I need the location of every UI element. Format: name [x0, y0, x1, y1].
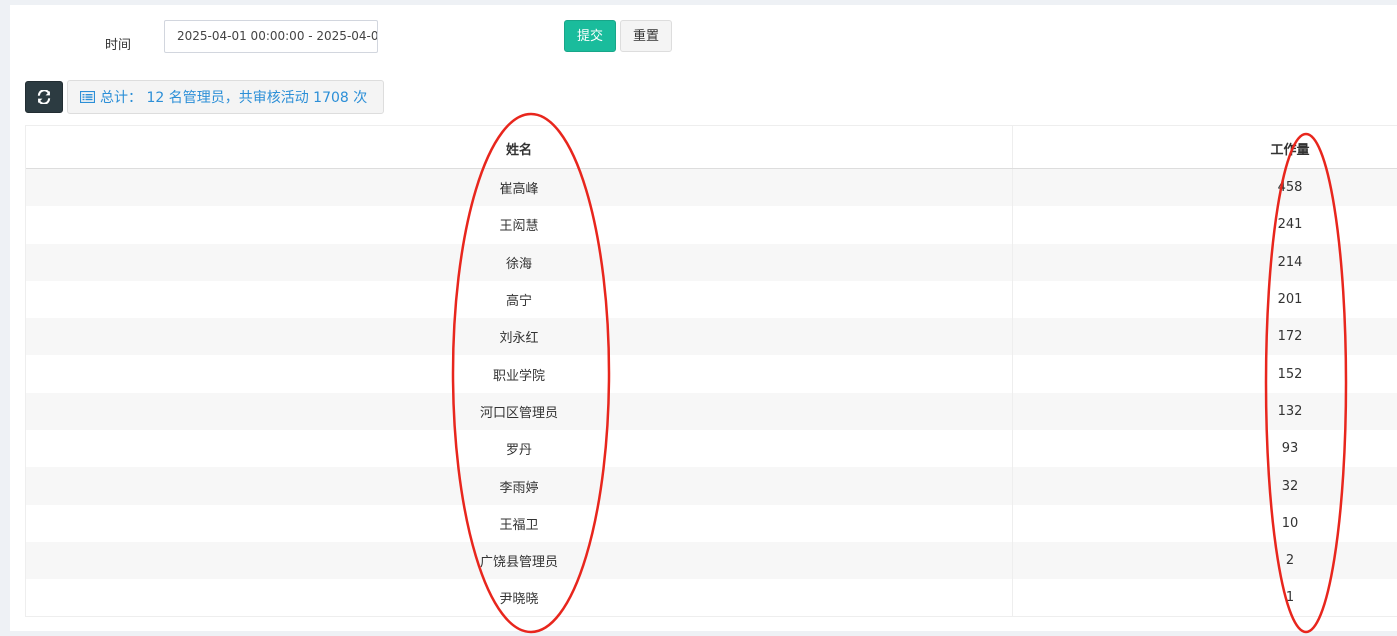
reset-button[interactable]: 重置	[620, 20, 672, 52]
table-row: 罗丹 93	[26, 430, 1397, 468]
table-body: 崔高峰 458 王闳慧 241 徐海 214 高宁 201 刘永红 172 职业学院 152 河口区管理…	[26, 169, 1397, 617]
cell-name: 高宁	[26, 280, 1013, 319]
table-row: 崔高峰 458	[26, 169, 1397, 207]
list-icon	[80, 91, 95, 103]
cell-name: 王闳慧	[26, 206, 1013, 244]
cell-name: 广饶县管理员	[26, 541, 1013, 580]
header-name[interactable]: 姓名	[26, 126, 1013, 168]
cell-name: 王福卫	[26, 504, 1013, 542]
cell-name: 职业学院	[26, 355, 1013, 393]
cell-workload: 201	[1277, 292, 1303, 308]
table-row: 王闳慧 241	[26, 206, 1397, 244]
cell-workload: 32	[1281, 478, 1299, 494]
cell-name: 尹晓晓	[26, 579, 1013, 616]
cell-name: 河口区管理员	[26, 392, 1013, 431]
cell-workload: 152	[1277, 366, 1303, 382]
cell-name: 刘永红	[26, 318, 1013, 356]
header-workload[interactable]: 工作量	[1013, 126, 1397, 168]
cell-workload: 1	[1285, 589, 1295, 605]
time-range-input[interactable]: 2025-04-01 00:00:00 - 2025-04-0	[164, 20, 378, 53]
table-row: 李雨婷 32	[26, 467, 1397, 505]
cell-workload: 214	[1277, 254, 1303, 270]
table-row: 广饶县管理员 2	[26, 541, 1397, 580]
cell-name: 李雨婷	[26, 467, 1013, 505]
cell-workload: 93	[1281, 441, 1299, 457]
table-row: 刘永红 172	[26, 318, 1397, 356]
cell-workload: 132	[1277, 403, 1303, 419]
table-row: 徐海 214	[26, 243, 1397, 281]
cell-name: 徐海	[26, 243, 1013, 281]
cell-name: 罗丹	[26, 430, 1013, 468]
cell-workload: 241	[1277, 217, 1303, 233]
table-row: 高宁 201	[26, 280, 1397, 319]
summary-text: 总计： 12 名管理员，共审核活动 1708 次	[100, 90, 368, 106]
table-row: 王福卫 10	[26, 504, 1397, 542]
cell-workload: 2	[1285, 553, 1295, 569]
cell-workload: 172	[1277, 329, 1303, 345]
cell-name: 崔高峰	[26, 169, 1013, 207]
table-row: 河口区管理员 132	[26, 392, 1397, 431]
table-row: 职业学院 152	[26, 355, 1397, 393]
refresh-icon	[37, 90, 51, 104]
cell-workload: 458	[1277, 180, 1303, 196]
refresh-button[interactable]	[25, 81, 63, 113]
time-label: 时间	[105, 38, 132, 53]
table-row: 尹晓晓 1	[26, 579, 1397, 617]
content-panel: 时间 2025-04-01 00:00:00 - 2025-04-0 提交 重置…	[10, 5, 1397, 631]
submit-button[interactable]: 提交	[564, 20, 616, 52]
workload-table: 姓名 工作量 崔高峰 458 王闳慧 241 徐海 214 高宁 201 刘永红 172 职业学院 1…	[25, 125, 1397, 617]
summary-button[interactable]: 总计： 12 名管理员，共审核活动 1708 次	[67, 80, 384, 114]
cell-workload: 10	[1281, 515, 1299, 531]
table-header: 姓名 工作量	[26, 126, 1397, 169]
